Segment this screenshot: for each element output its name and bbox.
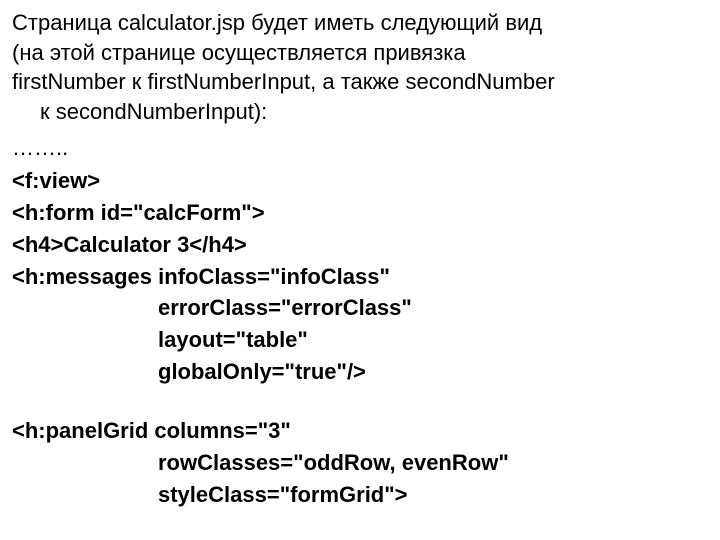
code-line-1: <f:view> bbox=[12, 166, 708, 196]
code-line-7: globalOnly="true"/> bbox=[12, 357, 708, 387]
intro-line-3: firstNumber к firstNumberInput, а также … bbox=[12, 67, 708, 97]
intro-line-1: Страница calculator.jsp будет иметь след… bbox=[12, 8, 708, 38]
code-line-5: errorClass="errorClass" bbox=[12, 293, 708, 323]
intro-line-2: (на этой странице осуществляется привязк… bbox=[12, 38, 708, 68]
code-line-8: <h:panelGrid columns="3" bbox=[12, 416, 708, 446]
code-line-6: layout="table" bbox=[12, 325, 708, 355]
code-line-10: styleClass="formGrid"> bbox=[12, 480, 708, 510]
intro-line-4: к secondNumberInput): bbox=[12, 97, 708, 127]
ellipsis-line: …….. bbox=[12, 133, 708, 163]
intro-paragraph: Страница calculator.jsp будет иметь след… bbox=[12, 8, 708, 127]
code-line-2: <h:form id="calcForm"> bbox=[12, 198, 708, 228]
code-line-4: <h:messages infoClass="infoClass" bbox=[12, 262, 708, 292]
blank-line bbox=[12, 388, 708, 414]
code-line-9: rowClasses="oddRow, evenRow" bbox=[12, 448, 708, 478]
code-line-3: <h4>Calculator 3</h4> bbox=[12, 230, 708, 260]
